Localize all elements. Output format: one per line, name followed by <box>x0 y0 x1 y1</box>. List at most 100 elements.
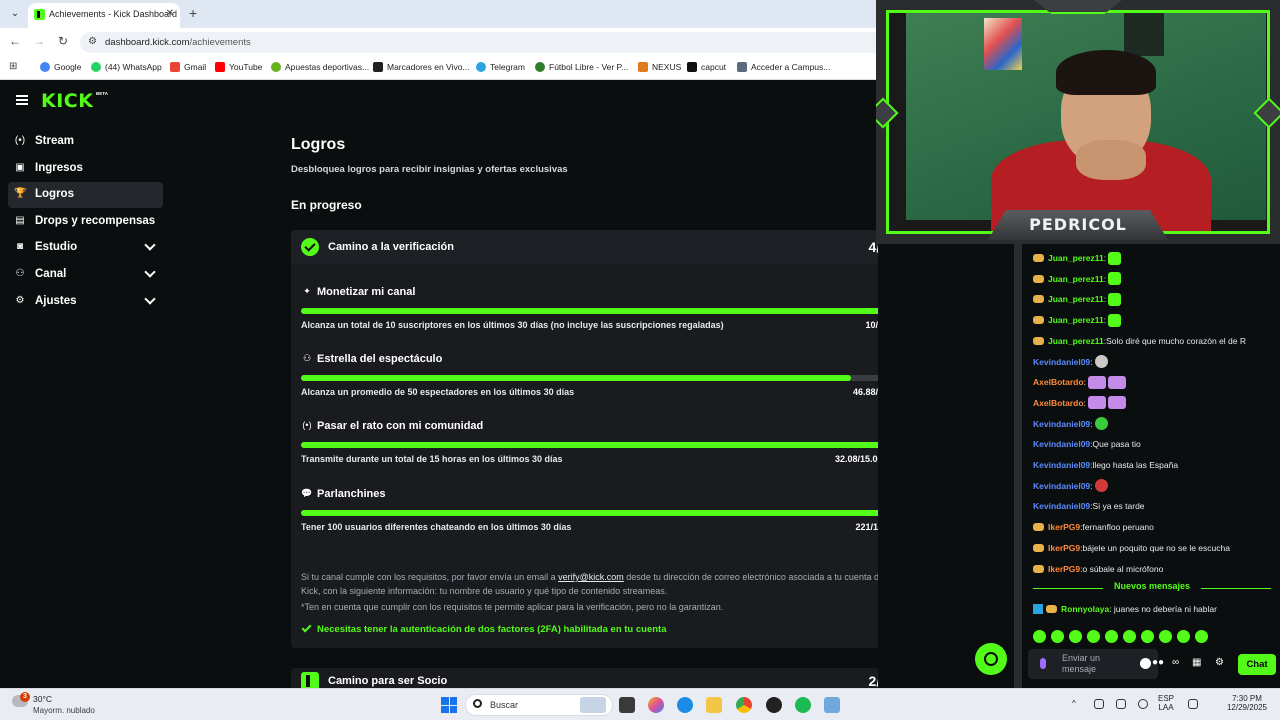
rewards-icon[interactable]: ●● <box>1152 657 1164 668</box>
weather-temperature[interactable]: 30°C <box>33 694 52 704</box>
taskview-icon[interactable] <box>619 697 635 713</box>
support-headset-button[interactable] <box>975 643 1007 675</box>
chevron-down-icon[interactable] <box>144 293 156 305</box>
partner-card[interactable]: Camino para ser Socio 2/5 <box>291 668 878 688</box>
emote-icon[interactable] <box>1141 630 1154 643</box>
chat-username[interactable]: Juan_perez11 <box>1048 294 1104 304</box>
emote-icon[interactable] <box>1123 630 1136 643</box>
apps-grid-icon[interactable]: ⊞ <box>9 61 17 72</box>
tab-search-button[interactable]: ⌄ <box>6 5 24 23</box>
microphone-tray-icon[interactable] <box>1138 699 1148 709</box>
sidebar-item-logros[interactable]: 🏆 Logros <box>8 182 163 208</box>
emote-icon[interactable] <box>1069 630 1082 643</box>
chat-username[interactable]: Kevindaniel09 <box>1033 357 1090 367</box>
site-info-icon[interactable]: ⚙ <box>88 36 97 47</box>
clock[interactable]: 7:30 PM 12/29/2025 <box>1224 694 1270 712</box>
bookmark-campus[interactable]: Acceder a Campus... <box>737 62 830 72</box>
file-explorer-icon[interactable] <box>706 697 722 713</box>
chat-username[interactable]: Kevindaniel09 <box>1033 501 1090 511</box>
green-emote-icon[interactable] <box>1108 251 1122 265</box>
emote-icon[interactable] <box>1195 630 1208 643</box>
chat-send-button[interactable]: Chat <box>1238 654 1276 675</box>
chat-username[interactable]: Kevindaniel09 <box>1033 460 1090 470</box>
obs-icon[interactable] <box>766 697 782 713</box>
red-emote-icon[interactable] <box>1094 479 1108 493</box>
close-tab-icon[interactable]: ✕ <box>166 8 174 19</box>
bookmark-futbol-libre[interactable]: Fútbol Libre - Ver P... <box>535 62 628 72</box>
chat-username[interactable]: Juan_perez11 <box>1048 315 1104 325</box>
wifi-icon[interactable] <box>1188 699 1198 709</box>
bookmark-telegram[interactable]: Telegram <box>476 62 525 72</box>
card-header[interactable]: Camino a la verificación 4/5 <box>291 230 878 264</box>
sidebar-item-ajustes[interactable]: ⚙ Ajustes <box>8 289 163 315</box>
sidebar-item-ingresos[interactable]: ▣ Ingresos <box>8 156 163 182</box>
reload-icon[interactable]: ↻ <box>55 34 71 48</box>
verify-email-link[interactable]: verify@kick.com <box>558 572 624 582</box>
chat-username[interactable]: Juan_perez11 <box>1048 253 1104 263</box>
bookmark-capcut[interactable]: capcut <box>687 62 726 72</box>
edge-icon[interactable] <box>677 697 693 713</box>
chat-username[interactable]: IkerPG9 <box>1048 522 1080 532</box>
spotify-icon[interactable] <box>795 697 811 713</box>
forward-icon[interactable]: → <box>31 34 47 48</box>
lurk-emote-icon[interactable] <box>1107 396 1126 410</box>
emoji-icon[interactable] <box>1140 658 1151 669</box>
chat-username[interactable]: IkerPG9 <box>1048 543 1080 553</box>
emote-icon[interactable] <box>1051 630 1064 643</box>
app-icon[interactable] <box>824 697 840 713</box>
url-field[interactable]: ⚙ dashboard.kick.com/achievements <box>80 32 878 53</box>
chat-username[interactable]: Juan_perez11 <box>1048 336 1104 346</box>
browser-tab[interactable]: Achievements - Kick Dashboard ✕ <box>28 3 180 28</box>
sidebar-item-estudio[interactable]: ◙ Estudio <box>8 235 163 261</box>
sync-icon[interactable] <box>1116 699 1126 709</box>
chat-input[interactable]: Enviar un mensaje <box>1028 649 1158 679</box>
sidebar-item-drops[interactable]: ▤ Drops y recompensas <box>8 209 163 235</box>
start-windows-icon[interactable] <box>441 697 457 713</box>
chat-username[interactable]: AxelBotardo <box>1033 377 1084 387</box>
bookmark-whatsapp[interactable]: (44) WhatsApp <box>91 62 162 72</box>
chat-username[interactable]: AxelBotardo <box>1033 398 1084 408</box>
menu-icon[interactable] <box>16 95 28 105</box>
language-indicator[interactable]: ESP LAA <box>1158 694 1174 712</box>
tray-overflow-icon[interactable]: ^ <box>1072 699 1076 708</box>
chevron-down-icon[interactable] <box>144 266 156 278</box>
emote-icon[interactable] <box>1033 630 1046 643</box>
chat-username[interactable]: Kevindaniel09 <box>1033 419 1090 429</box>
emote-icon[interactable] <box>1105 630 1118 643</box>
bookmark-marcadores[interactable]: Marcadores en Vivo... <box>373 62 470 72</box>
weather-description[interactable]: Mayorm. nublado <box>33 706 95 715</box>
bookmark-google[interactable]: Google <box>40 62 81 72</box>
microphone-icon[interactable] <box>1040 658 1046 669</box>
green-emote-icon[interactable] <box>1108 313 1122 327</box>
new-messages-divider[interactable]: Nuevos mensajes <box>1033 581 1271 595</box>
chevron-down-icon[interactable] <box>144 239 156 251</box>
emote-icon[interactable] <box>1177 630 1190 643</box>
kick-logo[interactable]: KICK <box>41 90 93 112</box>
chat-username[interactable]: Kevindaniel09 <box>1033 481 1090 491</box>
lurk-emote-icon[interactable] <box>1087 396 1106 410</box>
lurk-emote-icon[interactable] <box>1087 375 1106 389</box>
bookmark-youtube[interactable]: YouTube <box>215 62 262 72</box>
back-icon[interactable]: ← <box>7 34 23 48</box>
infinity-icon[interactable]: ∞ <box>1172 657 1179 668</box>
cloud-icon[interactable] <box>1094 699 1104 709</box>
bookmark-gmail[interactable]: Gmail <box>170 62 206 72</box>
chat-username[interactable]: Juan_perez11 <box>1048 274 1104 284</box>
skull-emote-icon[interactable] <box>1094 355 1108 368</box>
green-emote-icon[interactable] <box>1108 272 1122 286</box>
lurk-emote-icon[interactable] <box>1107 375 1126 389</box>
green2-emote-icon[interactable] <box>1094 417 1108 431</box>
new-tab-button[interactable]: + <box>189 5 197 21</box>
chat-scrollbar[interactable] <box>1014 244 1021 688</box>
chat-username[interactable]: IkerPG9 <box>1048 564 1080 574</box>
copilot-icon[interactable] <box>648 697 664 713</box>
chat-username[interactable]: Kevindaniel09 <box>1033 439 1090 449</box>
chat-settings-icon[interactable]: ⚙ <box>1215 657 1224 668</box>
emote-icon[interactable] <box>1159 630 1172 643</box>
chat-username[interactable]: Ronnyolaya <box>1061 604 1109 614</box>
green-emote-icon[interactable] <box>1108 292 1122 306</box>
widget-image-icon[interactable] <box>580 697 606 713</box>
emote-icon[interactable] <box>1087 630 1100 643</box>
bookmark-nexus[interactable]: NEXUS <box>638 62 681 72</box>
bookmark-apuestas[interactable]: Apuestas deportivas... <box>271 62 369 72</box>
